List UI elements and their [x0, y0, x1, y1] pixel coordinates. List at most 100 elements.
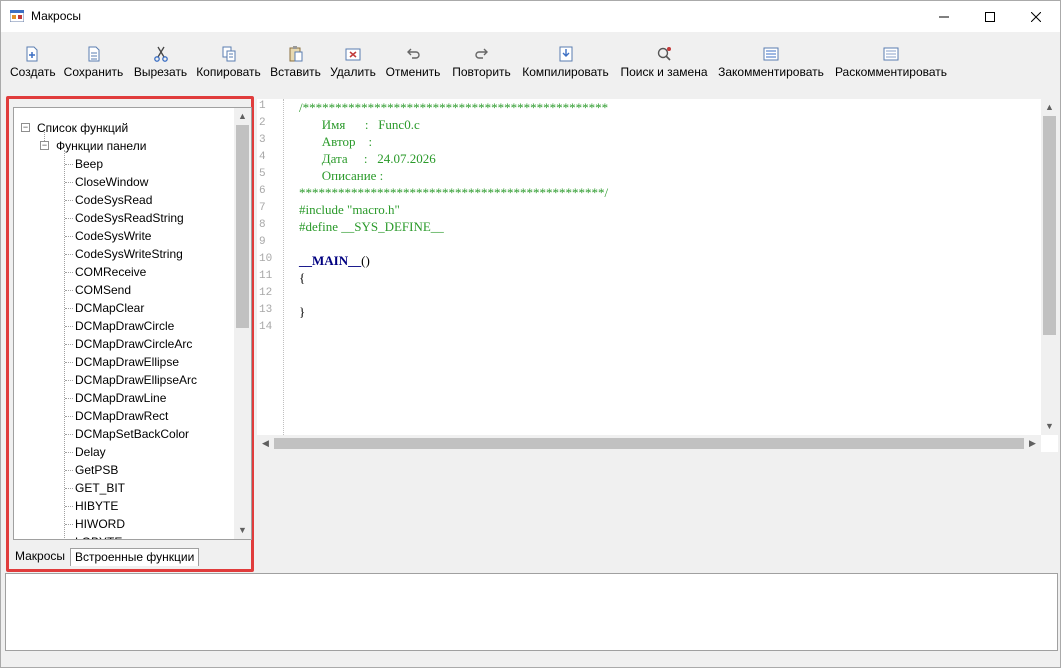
compile-button[interactable]: Компилировать — [520, 45, 611, 85]
code-line[interactable]: Описание : — [299, 168, 384, 184]
editor-horizontal-thumb[interactable] — [274, 438, 1024, 449]
collapse-icon[interactable]: − — [21, 123, 30, 132]
copy-icon — [222, 46, 235, 62]
tree-connector — [65, 488, 73, 489]
tree-connector — [65, 164, 73, 165]
undo-button[interactable]: Отменить — [385, 45, 441, 85]
tree-scroll-thumb[interactable] — [236, 125, 249, 328]
tree-function-item[interactable]: GetPSB — [75, 461, 118, 479]
tree-function-item[interactable]: COMSend — [75, 281, 131, 299]
tab-macros[interactable]: Макросы — [11, 548, 69, 566]
maximize-icon — [985, 11, 995, 22]
tree-function-item[interactable]: GET_BIT — [75, 479, 125, 497]
scroll-down-icon[interactable]: ▼ — [234, 522, 251, 539]
editor-vertical-thumb[interactable] — [1043, 116, 1056, 335]
create-label: Создать — [10, 65, 56, 79]
tree-connector — [65, 362, 73, 363]
tree-function-item[interactable]: DCMapDrawRect — [75, 407, 168, 425]
output-box[interactable] — [5, 573, 1058, 651]
code-line[interactable]: ****************************************… — [299, 185, 608, 201]
paste-button[interactable]: Вставить — [270, 45, 321, 85]
tree-connector — [65, 524, 73, 525]
tree-function-item[interactable]: LOBYTE — [75, 533, 122, 539]
compile-icon — [559, 46, 572, 62]
tree-root-node[interactable]: Список функций — [37, 119, 128, 137]
line-number: 7 — [259, 202, 266, 214]
find-replace-label: Поиск и замена — [620, 65, 708, 79]
code-line[interactable]: #include "macro.h" — [299, 202, 400, 218]
tree-function-item[interactable]: CodeSysWriteString — [75, 245, 183, 263]
cut-label: Вырезать — [133, 65, 188, 79]
tree-connector — [65, 326, 73, 327]
save-button[interactable]: Сохранить — [62, 45, 125, 85]
code-line[interactable]: } — [299, 304, 305, 320]
scroll-up-icon[interactable]: ▲ — [234, 108, 251, 125]
code-line[interactable]: { — [299, 270, 305, 286]
minimize-button[interactable] — [921, 1, 967, 32]
tree-function-item[interactable]: DCMapDrawCircleArc — [75, 335, 192, 353]
tree-connector — [65, 290, 73, 291]
collapse-icon[interactable]: − — [40, 141, 49, 150]
scroll-up-icon[interactable]: ▲ — [1041, 99, 1058, 116]
title-bar: Макросы — [1, 1, 1060, 32]
paste-icon — [289, 46, 302, 62]
tree-function-item[interactable]: Delay — [75, 443, 106, 461]
minimize-icon — [939, 16, 949, 17]
find-replace-button[interactable]: Поиск и замена — [619, 45, 709, 85]
tree-function-item[interactable]: Beep — [75, 155, 103, 173]
copy-button[interactable]: Копировать — [195, 45, 262, 85]
undo-icon — [407, 48, 420, 59]
tree-function-item[interactable]: CloseWindow — [75, 173, 148, 191]
code-line[interactable]: /***************************************… — [299, 100, 608, 116]
tree-group-node[interactable]: Функции панели — [56, 137, 146, 155]
create-button[interactable]: Создать — [10, 45, 56, 85]
uncomment-label: Раскомментировать — [834, 65, 948, 79]
tree-function-item[interactable]: CodeSysWrite — [75, 227, 151, 245]
tree-function-item[interactable]: DCMapDrawLine — [75, 389, 166, 407]
scroll-right-icon[interactable]: ▶ — [1024, 435, 1041, 452]
code-line[interactable]: Имя : Func0.c — [299, 117, 420, 133]
close-icon — [1031, 11, 1041, 22]
save-icon — [88, 46, 99, 62]
maximize-button[interactable] — [967, 1, 1013, 32]
comment-button[interactable]: Закомментировать — [717, 45, 825, 85]
redo-button[interactable]: Повторить — [450, 45, 513, 85]
tree-function-item[interactable]: HIBYTE — [75, 497, 118, 515]
tree-function-item[interactable]: DCMapClear — [75, 299, 144, 317]
tree-connector — [65, 416, 73, 417]
code-editor[interactable]: 1 2 3 4 5 6 7 8 9 10 11 12 13 14 /*******************… — [257, 99, 1058, 452]
tree-connector — [65, 434, 73, 435]
line-number: 2 — [259, 117, 266, 129]
app-icon — [10, 10, 24, 22]
code-line[interactable]: Дата : 24.07.2026 — [299, 151, 436, 167]
tree-function-item[interactable]: CodeSysReadString — [75, 209, 184, 227]
delete-label: Удалить — [330, 65, 376, 79]
tree-function-item[interactable]: DCMapDrawEllipseArc — [75, 371, 197, 389]
tree-function-item[interactable]: DCMapSetBackColor — [75, 425, 189, 443]
uncomment-button[interactable]: Раскомментировать — [833, 45, 949, 85]
tree-scrollbar[interactable]: ▲ ▼ — [234, 108, 251, 539]
scroll-down-icon[interactable]: ▼ — [1041, 418, 1058, 435]
code-line[interactable]: __MAIN__() — [299, 253, 370, 269]
scroll-left-icon[interactable]: ◀ — [257, 435, 274, 452]
undo-label: Отменить — [385, 65, 441, 79]
code-line[interactable]: #define __SYS_DEFINE__ — [299, 219, 444, 235]
tree-function-item[interactable]: DCMapDrawEllipse — [75, 353, 179, 371]
code-line[interactable]: Автор : — [299, 134, 372, 150]
tree-function-item[interactable]: HIWORD — [75, 515, 125, 533]
tab-builtin-functions[interactable]: Встроенные функции — [70, 548, 200, 566]
line-number: 6 — [259, 185, 266, 197]
tree-function-item[interactable]: CodeSysRead — [75, 191, 152, 209]
editor-horizontal-scrollbar[interactable]: ◀ ▶ — [257, 435, 1041, 452]
function-tree[interactable]: − Список функций − Функции панели Beep Cl… — [14, 108, 234, 539]
line-number: 12 — [259, 287, 273, 299]
tree-function-item[interactable]: DCMapDrawCircle — [75, 317, 174, 335]
close-button[interactable] — [1013, 1, 1059, 32]
tree-function-item[interactable]: COMReceive — [75, 263, 146, 281]
editor-vertical-scrollbar[interactable]: ▲ ▼ — [1041, 99, 1058, 435]
delete-button[interactable]: Удалить — [329, 45, 377, 85]
line-number: 1 — [259, 100, 266, 112]
function-tree-box: − Список функций − Функции панели Beep Cl… — [13, 107, 252, 540]
cut-button[interactable]: Вырезать — [133, 45, 188, 85]
function-panel: − Список функций − Функции панели Beep Cl… — [6, 96, 254, 572]
